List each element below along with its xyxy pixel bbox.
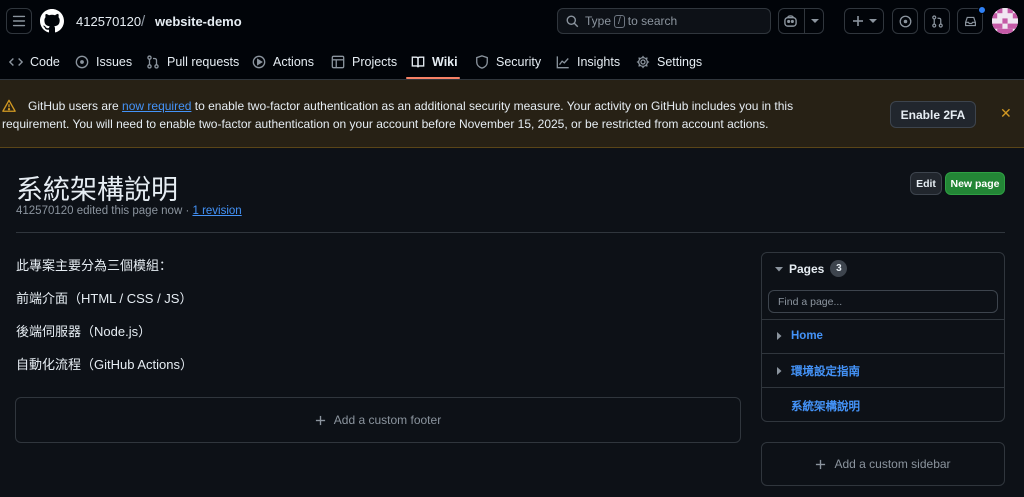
triangle-down-icon	[775, 266, 783, 271]
tab-projects[interactable]: Projects	[331, 52, 397, 72]
title-divider	[16, 232, 1005, 233]
search-input[interactable]: Type / to search	[557, 8, 771, 34]
chevron-down-icon	[811, 19, 819, 23]
gear-icon	[636, 55, 650, 69]
search-prefix: Type	[585, 14, 612, 28]
sidebar-page-system-architecture[interactable]: 系統架構說明	[791, 398, 860, 414]
chevron-down-icon	[868, 19, 877, 23]
search-shortcut-key: /	[614, 14, 625, 28]
tab-security[interactable]: Security	[475, 52, 541, 72]
content-paragraph: 此專案主要分為三個模組：	[16, 258, 173, 273]
close-icon[interactable]: ✕	[1000, 105, 1012, 122]
identicon-icon	[992, 8, 1018, 34]
hamburger-icon	[12, 15, 26, 27]
content-paragraph: 前端介面（HTML / CSS / JS）	[16, 291, 193, 306]
plus-icon	[852, 16, 863, 26]
tab-label: Code	[30, 55, 60, 69]
tab-wiki[interactable]: Wiki	[411, 52, 458, 72]
page-link-label[interactable]: 系統架構說明	[791, 398, 860, 414]
tab-label: Security	[496, 55, 542, 69]
banner-message: GitHub users are now required to enable …	[2, 97, 862, 133]
add-custom-footer[interactable]: Add a custom footer	[15, 397, 741, 443]
revision-link[interactable]: 1 revision	[192, 205, 241, 217]
pull-request-icon	[147, 55, 159, 69]
tab-label: Pull requests	[167, 55, 240, 69]
tab-actions[interactable]: Actions	[252, 52, 314, 72]
shield-icon	[476, 55, 488, 69]
pull-request-icon	[931, 14, 943, 28]
issues-button[interactable]	[892, 8, 918, 34]
pull-requests-button[interactable]	[924, 8, 950, 34]
edit-button[interactable]: Edit	[910, 172, 942, 195]
divider	[762, 387, 1004, 388]
tab-label: Issues	[96, 55, 133, 69]
new-page-button[interactable]: New page	[945, 172, 1005, 195]
find-page-input[interactable]	[768, 290, 998, 313]
sidebar-page-home[interactable]: Home	[775, 330, 823, 342]
copilot-icon	[784, 15, 797, 27]
content-paragraph: 自動化流程（GitHub Actions）	[16, 357, 193, 372]
search-icon	[566, 15, 579, 27]
sidebar-page-environment-setup[interactable]: 環境設定指南	[775, 363, 860, 379]
banner-text-start: GitHub users are	[28, 99, 123, 113]
search-suffix: to search	[627, 14, 678, 28]
tab-issues[interactable]: Issues	[75, 52, 132, 72]
divider	[762, 319, 1004, 320]
github-logo-icon[interactable]	[40, 9, 64, 33]
book-icon	[411, 56, 425, 68]
page-link-label[interactable]: 環境設定指南	[791, 363, 860, 379]
tab-settings[interactable]: Settings	[636, 52, 702, 72]
table-icon	[331, 55, 345, 69]
triangle-right-icon[interactable]	[775, 367, 783, 375]
issue-icon	[75, 55, 89, 69]
now-required-link[interactable]: now required	[122, 99, 191, 113]
tab-label: Actions	[273, 55, 314, 69]
tab-code[interactable]: Code	[9, 52, 60, 72]
plus-icon	[816, 459, 826, 469]
edit-info: 412570120 edited this page now ·	[16, 205, 193, 217]
triangle-right-icon[interactable]	[775, 332, 783, 340]
selected-tab-indicator	[406, 77, 460, 79]
page-meta: 412570120 edited this page now · 1 revis…	[16, 205, 242, 217]
copilot-button-group[interactable]	[778, 8, 824, 34]
breadcrumb-separator: /	[141, 13, 146, 30]
plus-icon	[315, 415, 325, 425]
content-paragraph: 後端伺服器（Node.js）	[16, 324, 152, 339]
play-icon	[252, 55, 266, 69]
code-icon	[9, 58, 23, 66]
breadcrumb-repo[interactable]: website-demo	[155, 14, 242, 29]
divider	[762, 353, 1004, 354]
footer-label: Add a custom footer	[333, 413, 442, 427]
notification-dot	[978, 6, 986, 14]
create-new-button[interactable]	[844, 8, 884, 34]
tab-label: Projects	[352, 55, 398, 69]
tab-label: Insights	[577, 55, 621, 69]
tab-label: Wiki	[432, 55, 458, 69]
avatar[interactable]	[992, 8, 1018, 34]
add-custom-sidebar[interactable]: Add a custom sidebar	[761, 442, 1005, 486]
tab-pull-requests[interactable]: Pull requests	[146, 52, 239, 72]
page-title: 系統架構說明	[16, 175, 178, 205]
menu-button[interactable]	[6, 8, 32, 34]
enable-2fa-button[interactable]: Enable 2FA	[890, 101, 976, 128]
pages-label: Pages	[789, 261, 825, 276]
graph-icon	[556, 56, 569, 69]
page-link-label[interactable]: Home	[791, 330, 823, 342]
pages-count-badge: 3	[830, 260, 848, 277]
pages-toggle[interactable]: Pages 3	[775, 260, 848, 277]
breadcrumb-owner[interactable]: 412570120	[76, 14, 141, 29]
divider	[804, 8, 805, 34]
tab-insights[interactable]: Insights	[556, 52, 620, 72]
tab-label: Settings	[657, 55, 703, 69]
inbox-icon	[964, 16, 976, 26]
issue-icon	[899, 15, 911, 27]
sidebar-custom-label: Add a custom sidebar	[834, 457, 951, 471]
